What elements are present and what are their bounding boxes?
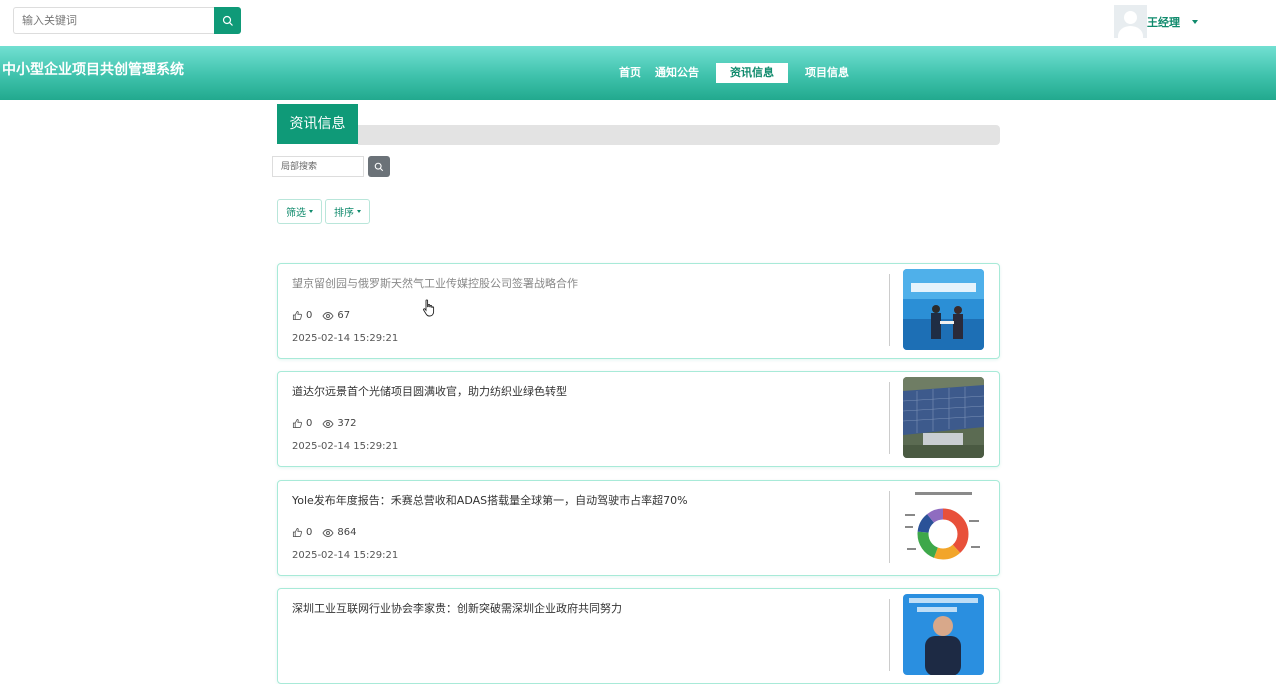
eye-icon (322, 419, 334, 428)
eye-icon (322, 528, 334, 537)
search-icon (374, 162, 384, 171)
global-search-input[interactable] (13, 7, 214, 34)
local-search-button[interactable] (368, 156, 390, 177)
view-count: 372 (322, 418, 356, 429)
system-title: 中小型企业项目共创管理系统 (2, 62, 184, 78)
global-search-button[interactable] (214, 7, 241, 34)
nav-item-home[interactable]: 首页 (612, 63, 648, 83)
divider (889, 599, 890, 671)
top-bar: 王经理 (0, 0, 1276, 46)
news-card[interactable]: 道达尔远景首个光储项目圆满收官，助力纺织业绿色转型 0 372 2025-02-… (277, 371, 1000, 467)
like-count[interactable]: 0 (292, 418, 312, 429)
view-count: 67 (322, 310, 350, 321)
divider (889, 491, 890, 563)
thumbs-up-icon (292, 418, 302, 429)
news-thumbnail[interactable] (903, 486, 984, 567)
filter-dropdown[interactable]: 筛选 (277, 199, 322, 224)
eye-icon (322, 311, 334, 320)
filter-label: 筛选 (286, 208, 306, 219)
like-count[interactable]: 0 (292, 310, 312, 321)
like-count[interactable]: 0 (292, 527, 312, 538)
news-stats: 0 372 (292, 418, 366, 429)
thumbs-up-icon (292, 310, 302, 321)
news-stats: 0 864 (292, 527, 366, 538)
news-card[interactable]: 望京留创园与俄罗斯天然气工业传媒控股公司签署战略合作 0 67 2025-02-… (277, 263, 1000, 359)
chevron-down-icon (1192, 19, 1198, 24)
news-date: 2025-02-14 15:29:21 (292, 550, 399, 561)
local-search (272, 156, 390, 177)
news-title[interactable]: 道达尔远景首个光储项目圆满收官，助力纺织业绿色转型 (292, 383, 567, 399)
divider (889, 274, 890, 346)
nav-item-news[interactable]: 资讯信息 (716, 63, 788, 83)
divider (889, 382, 890, 454)
sort-label: 排序 (334, 208, 354, 219)
news-card[interactable]: Yole发布年度报告：禾赛总营收和ADAS搭载量全球第一，自动驾驶市占率超70%… (277, 480, 1000, 576)
avatar (1114, 5, 1147, 38)
chevron-down-icon (357, 210, 361, 213)
news-thumbnail[interactable] (903, 594, 984, 675)
news-thumbnail[interactable] (903, 377, 984, 458)
nav-item-notices[interactable]: 通知公告 (648, 63, 706, 83)
user-menu[interactable]: 王经理 (1114, 5, 1198, 38)
filter-sort-bar: 筛选 排序 (277, 199, 373, 224)
news-card[interactable]: 深圳工业互联网行业协会李家贵：创新突破需深圳企业政府共同努力 (277, 588, 1000, 684)
news-stats: 0 67 (292, 310, 360, 321)
main-navbar: 中小型企业项目共创管理系统 首页 通知公告 资讯信息 项目信息 (0, 46, 1276, 100)
news-title[interactable]: 深圳工业互联网行业协会李家贵：创新突破需深圳企业政府共同努力 (292, 600, 622, 616)
chevron-down-icon (309, 210, 313, 213)
nav-item-projects[interactable]: 项目信息 (798, 63, 856, 83)
news-title[interactable]: 望京留创园与俄罗斯天然气工业传媒控股公司签署战略合作 (292, 275, 578, 291)
news-title[interactable]: Yole发布年度报告：禾赛总营收和ADAS搭载量全球第一，自动驾驶市占率超70% (292, 492, 688, 508)
search-icon (222, 15, 233, 26)
section-title-bar (358, 125, 1000, 145)
news-thumbnail[interactable] (903, 269, 984, 350)
nav-menu: 首页 通知公告 资讯信息 项目信息 (612, 63, 856, 83)
username: 王经理 (1147, 15, 1180, 29)
hand-cursor-icon (423, 299, 435, 317)
local-search-input[interactable] (272, 156, 364, 177)
thumbs-up-icon (292, 527, 302, 538)
news-date: 2025-02-14 15:29:21 (292, 441, 399, 452)
sort-dropdown[interactable]: 排序 (325, 199, 370, 224)
news-date: 2025-02-14 15:29:21 (292, 333, 399, 344)
global-search (13, 7, 241, 34)
view-count: 864 (322, 527, 356, 538)
section-title: 资讯信息 (277, 104, 358, 144)
